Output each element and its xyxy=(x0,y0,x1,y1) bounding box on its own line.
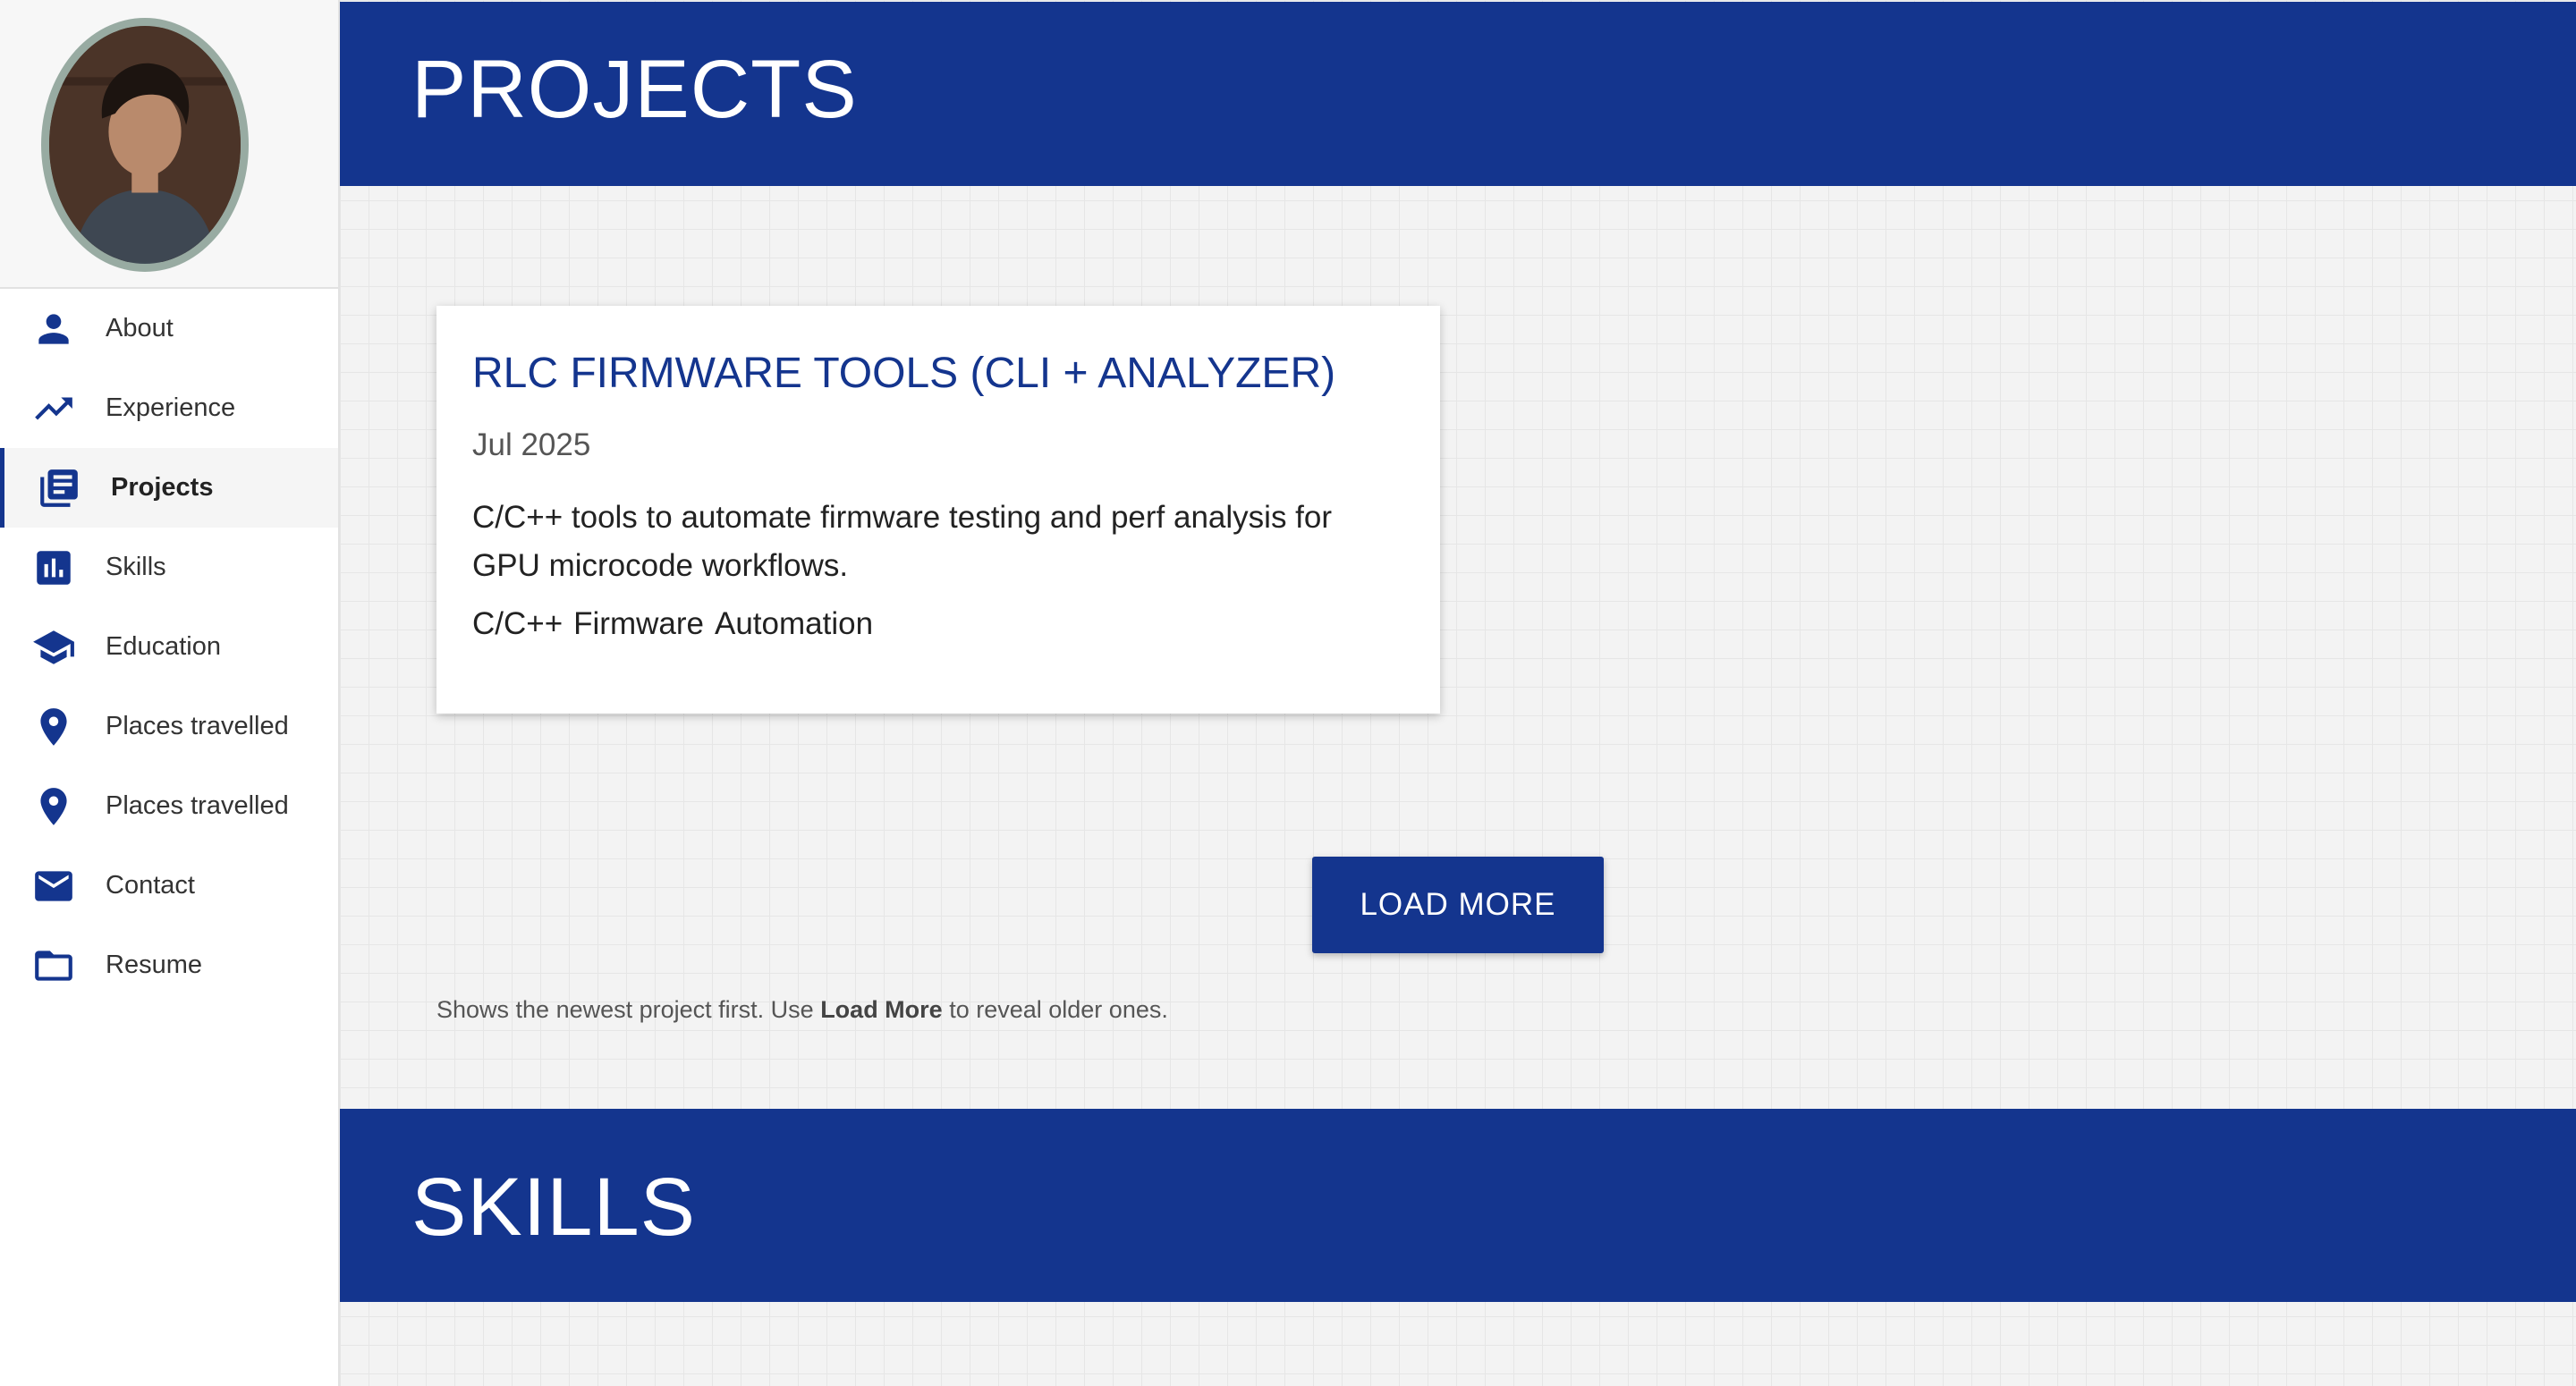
hint-prefix: Shows the newest project first. Use xyxy=(436,996,821,1023)
sidebar-item-experience[interactable]: Experience xyxy=(0,368,338,448)
main-content: PROJECTS RLC FIRMWARE TOOLS (CLI + ANALY… xyxy=(340,0,2576,1386)
hint-suffix: to reveal older ones. xyxy=(942,996,1168,1023)
project-tag: C/C++ xyxy=(472,606,564,641)
sidebar-item-resume[interactable]: Resume xyxy=(0,925,338,1005)
sidebar-item-label: Places travelled xyxy=(106,712,289,740)
sidebar-item-label: Places travelled xyxy=(106,791,289,820)
avatar-panel xyxy=(0,0,338,289)
skills-heading: SKILLS xyxy=(411,1162,696,1253)
project-tags: C/C++ Firmware Automation xyxy=(472,606,1404,642)
sidebar-nav: About Experience Projects Skills Educati… xyxy=(0,289,338,1005)
project-description: C/C++ tools to automate firmware testing… xyxy=(472,500,1333,583)
sidebar-item-label: Resume xyxy=(106,951,202,979)
person-icon xyxy=(30,306,77,352)
graduation-cap-icon xyxy=(30,624,77,671)
skills-header: SKILLS xyxy=(340,1109,2576,1302)
project-card[interactable]: RLC FIRMWARE TOOLS (CLI + ANALYZER) Jul … xyxy=(436,306,1440,714)
sidebar-item-label: About xyxy=(106,314,174,342)
avatar-portrait xyxy=(49,28,241,262)
projects-heading: PROJECTS xyxy=(411,44,858,135)
load-more-hint: Shows the newest project first. Use Load… xyxy=(436,996,1168,1024)
sidebar-item-label: Experience xyxy=(106,393,236,422)
sidebar-item-education[interactable]: Education xyxy=(0,607,338,687)
avatar xyxy=(41,18,249,272)
sidebar: About Experience Projects Skills Educati… xyxy=(0,0,340,1386)
library-books-icon xyxy=(36,465,82,511)
sidebar-item-label: Projects xyxy=(111,473,214,502)
bar-chart-icon xyxy=(30,545,77,591)
mail-icon xyxy=(30,863,77,909)
project-title: RLC FIRMWARE TOOLS (CLI + ANALYZER) xyxy=(472,350,1336,397)
sidebar-item-contact[interactable]: Contact xyxy=(0,846,338,925)
load-more-button[interactable]: LOAD MORE xyxy=(1312,857,1604,953)
sidebar-item-skills[interactable]: Skills xyxy=(0,528,338,607)
sidebar-item-label: Skills xyxy=(106,553,166,581)
sidebar-item-places-travelled[interactable]: Places travelled xyxy=(0,687,338,766)
hint-bold: Load More xyxy=(820,996,943,1023)
trending-up-icon xyxy=(30,385,77,432)
sidebar-item-label: Contact xyxy=(106,871,195,900)
project-tag: Automation xyxy=(714,606,874,641)
map-pin-icon xyxy=(30,783,77,830)
folder-icon xyxy=(30,942,77,989)
sidebar-item-projects[interactable]: Projects xyxy=(0,448,338,528)
map-pin-icon xyxy=(30,704,77,750)
sidebar-item-places-travelled-2[interactable]: Places travelled xyxy=(0,766,338,846)
projects-header: PROJECTS xyxy=(340,2,2576,186)
sidebar-item-label: Education xyxy=(106,632,221,661)
sidebar-item-about[interactable]: About xyxy=(0,289,338,368)
project-date: Jul 2025 xyxy=(472,427,591,462)
project-tag: Firmware xyxy=(573,606,704,641)
